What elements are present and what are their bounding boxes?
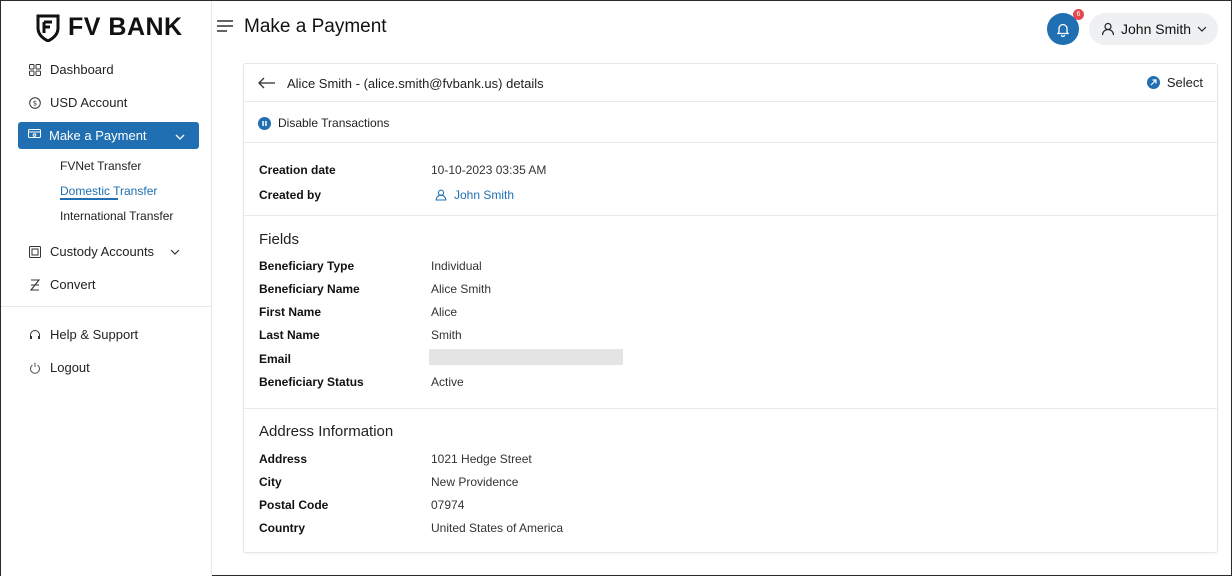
sidebar-subitem-fvnet-transfer[interactable]: FVNet Transfer — [60, 159, 141, 173]
dollar-circle-icon: $ — [28, 96, 42, 110]
brand-logo[interactable]: FV BANK — [36, 13, 183, 42]
beneficiary-type-value: Individual — [431, 259, 482, 273]
grid-icon — [28, 63, 42, 77]
last-name-label: Last Name — [259, 328, 320, 342]
sidebar-item-convert[interactable]: Convert — [28, 277, 96, 292]
sidebar-item-help-support[interactable]: Help & Support — [28, 327, 138, 342]
beneficiary-status-label: Beneficiary Status — [259, 375, 364, 389]
active-subitem-underline — [60, 198, 118, 200]
sidebar-item-label: Help & Support — [50, 327, 139, 342]
sidebar-item-label: Make a Payment — [49, 128, 147, 143]
user-menu-button[interactable]: John Smith — [1089, 13, 1218, 45]
power-icon — [28, 361, 42, 375]
page-title: Make a Payment — [244, 16, 387, 37]
user-icon — [1101, 22, 1115, 36]
postal-code-value: 07974 — [431, 498, 465, 512]
shield-logo-icon — [36, 14, 60, 42]
address-section-title: Address Information — [259, 423, 394, 440]
pause-icon — [258, 116, 271, 130]
select-label: Select — [1166, 75, 1203, 90]
address-label: Address — [259, 452, 308, 466]
sidebar-item-custody-accounts[interactable]: Custody Accounts — [28, 244, 180, 259]
email-value-redacted — [429, 349, 623, 365]
chevron-down-icon — [1197, 26, 1207, 32]
beneficiary-name-value: Alice Smith — [431, 282, 492, 296]
sidebar-item-label: Logout — [50, 360, 90, 375]
chevron-down-icon — [170, 244, 180, 259]
postal-code-label: Postal Code — [259, 498, 329, 512]
created-by-link[interactable]: John Smith — [435, 188, 514, 202]
bell-icon — [1056, 23, 1070, 37]
city-value: New Providence — [431, 475, 519, 489]
sidebar-item-usd-account[interactable]: $ USD Account — [28, 95, 127, 110]
chevron-down-icon — [175, 129, 185, 144]
divider — [244, 408, 1217, 409]
user-name: John Smith — [1121, 21, 1192, 37]
menu-icon[interactable] — [217, 19, 233, 33]
sidebar-item-logout[interactable]: Logout — [28, 360, 90, 375]
convert-icon — [28, 278, 42, 292]
country-label: Country — [259, 521, 305, 535]
sidebar-item-label: USD Account — [50, 95, 128, 110]
user-icon — [435, 189, 447, 201]
custody-icon — [28, 245, 42, 259]
city-label: City — [259, 475, 282, 489]
address-value: 1021 Hedge Street — [431, 452, 532, 466]
divider — [244, 215, 1217, 216]
payment-icon — [28, 128, 41, 143]
app-window: FV BANK Dashboard $ USD Account Make a P… — [0, 0, 1232, 576]
sidebar-subitem-domestic-transfer[interactable]: Domestic Transfer — [60, 184, 157, 198]
beneficiary-type-label: Beneficiary Type — [259, 259, 355, 273]
back-arrow-icon[interactable] — [258, 76, 276, 90]
details-title: Alice Smith - (alice.smith@fvbank.us) de… — [287, 76, 544, 91]
beneficiary-status-value: Active — [431, 375, 464, 389]
beneficiary-details-card: Alice Smith - (alice.smith@fvbank.us) de… — [243, 63, 1218, 553]
select-button[interactable]: Select — [1146, 75, 1203, 90]
fields-section-title: Fields — [259, 231, 300, 248]
first-name-value: Alice — [431, 305, 458, 319]
creation-date-value: 10-10-2023 03:35 AM — [431, 163, 547, 177]
sidebar-subitem-international-transfer[interactable]: International Transfer — [60, 209, 173, 223]
svg-text:$: $ — [33, 99, 37, 107]
divider — [244, 101, 1217, 102]
sidebar-item-dashboard[interactable]: Dashboard — [28, 62, 114, 77]
email-label: Email — [259, 352, 292, 366]
sidebar-item-make-a-payment[interactable]: Make a Payment — [18, 122, 199, 149]
sidebar-item-label: Custody Accounts — [50, 244, 155, 259]
sidebar-item-label: Dashboard — [50, 62, 114, 77]
last-name-value: Smith — [431, 328, 462, 342]
creation-date-label: Creation date — [259, 163, 336, 177]
disable-transactions-button[interactable]: Disable Transactions — [258, 116, 389, 130]
first-name-label: First Name — [259, 305, 322, 319]
brand-name: FV BANK — [68, 13, 183, 41]
country-value: United States of America — [431, 521, 564, 535]
arrow-up-right-icon — [1146, 76, 1160, 89]
created-by-value: John Smith — [454, 188, 515, 202]
sidebar: FV BANK Dashboard $ USD Account Make a P… — [1, 1, 212, 576]
headset-icon — [28, 328, 42, 342]
sidebar-item-label: Convert — [50, 277, 96, 292]
divider — [244, 142, 1217, 143]
sidebar-divider — [1, 306, 212, 307]
disable-transactions-label: Disable Transactions — [278, 116, 390, 130]
beneficiary-name-label: Beneficiary Name — [259, 282, 360, 296]
created-by-label: Created by — [259, 188, 322, 202]
notification-count-badge: 6 — [1073, 9, 1084, 20]
